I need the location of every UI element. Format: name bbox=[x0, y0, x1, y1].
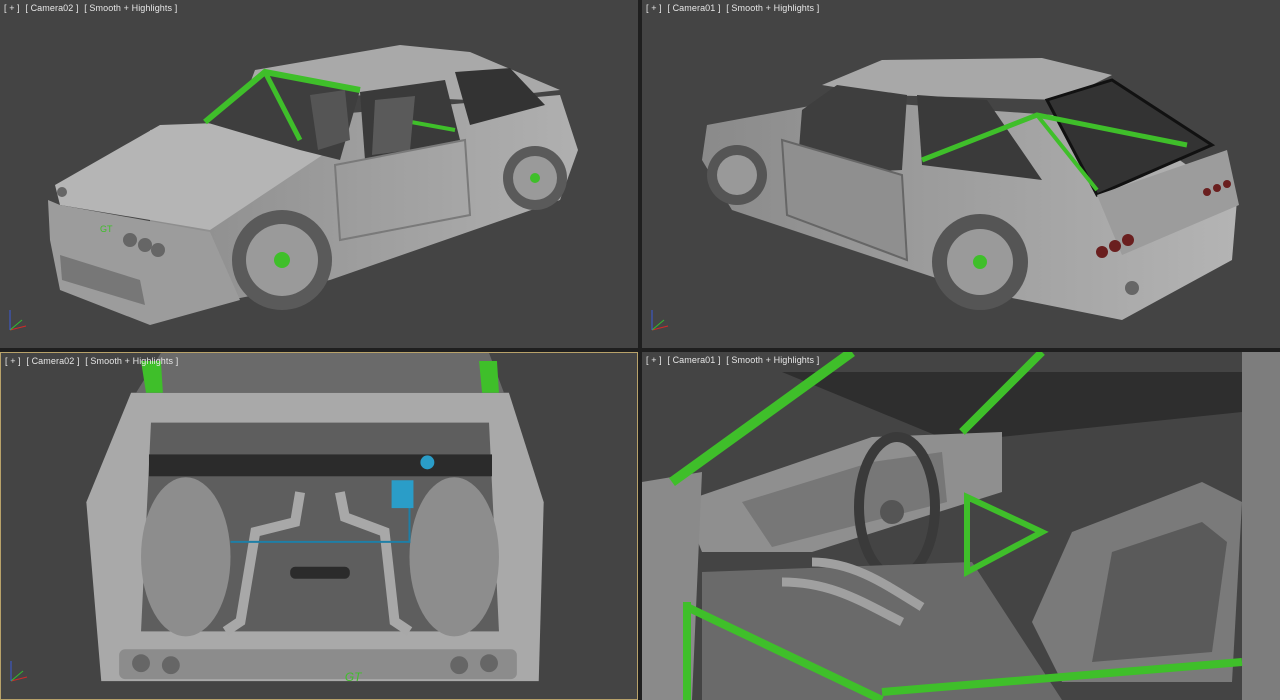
viewport-plus-menu[interactable]: [ + ] bbox=[4, 3, 20, 13]
axis-gizmo-icon bbox=[651, 310, 669, 331]
viewport-camera-menu[interactable]: [ Camera01 ] bbox=[667, 3, 720, 13]
viewport-camera01-top[interactable]: [ + ] [ Camera01 ] [ Smooth + Highlights… bbox=[642, 0, 1280, 348]
viewport-shading-menu[interactable]: [ Smooth + Highlights ] bbox=[726, 3, 819, 13]
svg-text:GT: GT bbox=[100, 224, 113, 234]
viewport-camera-menu[interactable]: [ Camera02 ] bbox=[26, 356, 79, 366]
viewport-label: [ + ] [ Camera02 ] [ Smooth + Highlights… bbox=[4, 3, 180, 13]
viewport-camera-menu[interactable]: [ Camera01 ] bbox=[667, 355, 720, 365]
engine-bay-render: GT bbox=[86, 353, 544, 684]
viewport-shading-menu[interactable]: [ Smooth + Highlights ] bbox=[85, 356, 178, 366]
car-rear-render bbox=[702, 58, 1239, 320]
viewport-grid: [ + ] [ Camera02 ] [ Smooth + Highlights… bbox=[0, 0, 1280, 700]
viewport-plus-menu[interactable]: [ + ] bbox=[646, 355, 662, 365]
viewport-label: [ + ] [ Camera02 ] [ Smooth + Highlights… bbox=[5, 356, 181, 366]
viewport-camera01-bottom[interactable]: [ + ] [ Camera01 ] [ Smooth + Highlights… bbox=[642, 352, 1280, 700]
viewport-plus-menu[interactable]: [ + ] bbox=[5, 356, 21, 366]
car-front-render: GT bbox=[48, 45, 578, 325]
viewport-camera02-bottom[interactable]: [ + ] [ Camera02 ] [ Smooth + Highlights… bbox=[0, 352, 638, 700]
viewport-plus-menu[interactable]: [ + ] bbox=[646, 3, 662, 13]
axis-gizmo-icon bbox=[9, 310, 27, 331]
axis-gizmo-icon bbox=[10, 661, 28, 682]
interior-render bbox=[642, 352, 1280, 700]
viewport-camera02-top[interactable]: [ + ] [ Camera02 ] [ Smooth + Highlights… bbox=[0, 0, 638, 348]
viewport-camera-menu[interactable]: [ Camera02 ] bbox=[25, 3, 78, 13]
svg-text:GT: GT bbox=[345, 670, 362, 684]
viewport-label: [ + ] [ Camera01 ] [ Smooth + Highlights… bbox=[646, 355, 822, 365]
viewport-shading-menu[interactable]: [ Smooth + Highlights ] bbox=[726, 355, 819, 365]
viewport-label: [ + ] [ Camera01 ] [ Smooth + Highlights… bbox=[646, 3, 822, 13]
viewport-shading-menu[interactable]: [ Smooth + Highlights ] bbox=[84, 3, 177, 13]
